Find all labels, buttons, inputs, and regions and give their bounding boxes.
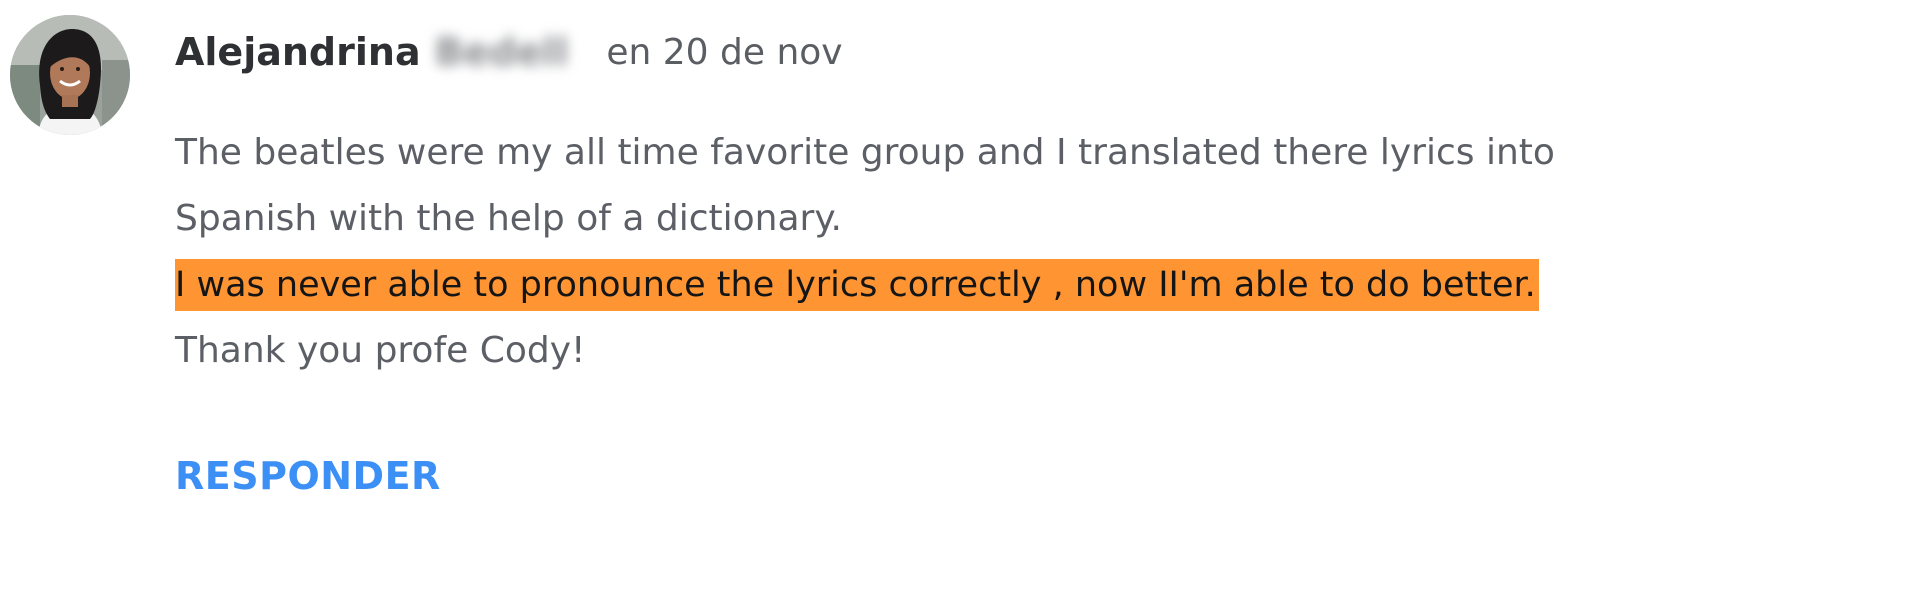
author-surname-blurred: Bedell <box>434 30 569 74</box>
avatar[interactable] <box>10 15 130 135</box>
comment-line-highlighted: I was never able to pronounce the lyrics… <box>175 252 1595 318</box>
reply-button[interactable]: RESPONDER <box>175 454 441 498</box>
comment-date[interactable]: en 20 de nov <box>606 32 842 73</box>
comment-body: Alejandrina Bedell en 20 de nov The beat… <box>175 22 1595 498</box>
comment-line: Spanish with the help of a dictionary. <box>175 198 842 239</box>
author-name[interactable]: Alejandrina <box>175 30 421 74</box>
comment-text: The beatles were my all time favorite gr… <box>175 120 1595 384</box>
comment-line: Thank you profe Cody! <box>175 330 586 371</box>
comment-line: The beatles were my all time favorite gr… <box>175 132 1555 173</box>
avatar-photo-icon <box>10 15 130 135</box>
highlighted-text: I was never able to pronounce the lyrics… <box>175 259 1539 311</box>
comment-header: Alejandrina Bedell en 20 de nov <box>175 22 1595 82</box>
comment-card: Alejandrina Bedell en 20 de nov The beat… <box>0 0 1920 595</box>
